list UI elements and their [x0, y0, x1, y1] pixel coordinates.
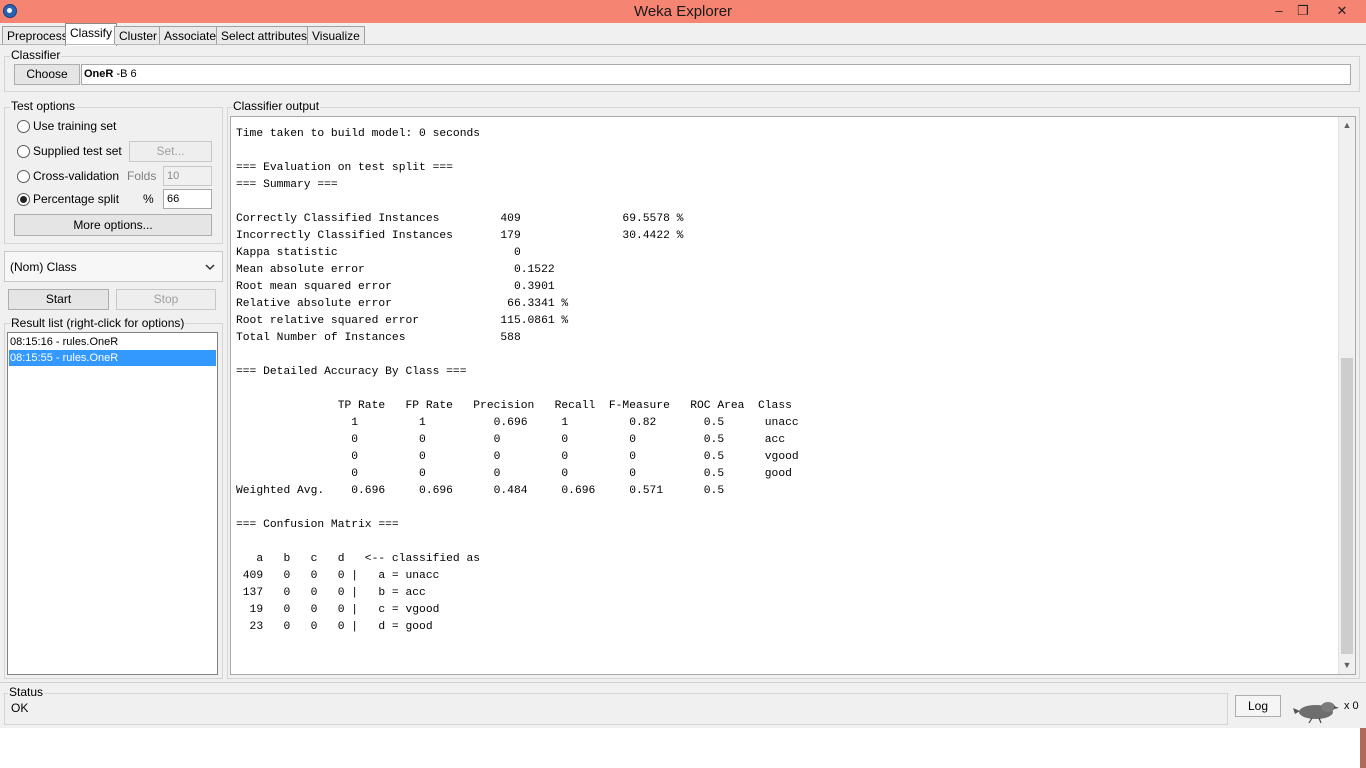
start-button[interactable]: Start	[8, 289, 109, 310]
percentage-split-input[interactable]: 66	[163, 189, 212, 209]
output-line: Incorrectly Classified Instances 179 30.…	[236, 230, 684, 242]
status-group-label: Status	[8, 685, 45, 699]
set-test-set-button[interactable]: Set...	[129, 141, 212, 162]
supplied-test-set-radio[interactable]	[17, 145, 30, 158]
output-line: 19 0 0 0 | c = vgood	[236, 604, 440, 616]
output-line: === Summary ===	[236, 179, 338, 191]
classifier-config-field[interactable]: OneR -B 6	[81, 64, 1351, 85]
window-title: Weka Explorer	[633, 3, 733, 20]
scroll-thumb[interactable]	[1341, 358, 1353, 654]
output-scrollbar[interactable]: ▲ ▼	[1338, 117, 1355, 674]
output-line: Relative absolute error 66.3341 %	[236, 298, 569, 310]
weka-bird-icon	[1293, 702, 1339, 724]
tab-select-attributes[interactable]: Select attributes	[216, 26, 313, 45]
class-attribute-select[interactable]: (Nom) Class	[4, 251, 223, 282]
output-line: === Evaluation on test split ===	[236, 162, 453, 174]
weka-app-icon[interactable]	[3, 4, 17, 18]
output-line: Total Number of Instances 588	[236, 332, 521, 344]
supplied-test-set-label[interactable]: Supplied test set	[33, 144, 122, 158]
output-line: Weighted Avg. 0.696 0.696 0.484 0.696 0.…	[236, 485, 725, 497]
use-training-set-radio[interactable]	[17, 120, 30, 133]
result-list-item-selected[interactable]: 08:15:55 - rules.OneR	[9, 350, 216, 366]
output-line: 23 0 0 0 | d = good	[236, 621, 433, 633]
output-line: Root relative squared error 115.0861 %	[236, 315, 569, 327]
use-training-set-label[interactable]: Use training set	[33, 119, 116, 133]
classifier-args: -B 6	[113, 68, 137, 80]
result-list-group-label: Result list (right-click for options)	[10, 316, 186, 330]
classifier-group-label: Classifier	[10, 48, 62, 62]
folds-label: Folds	[127, 169, 157, 183]
output-line: 409 0 0 0 | a = unacc	[236, 570, 440, 582]
cross-validation-label[interactable]: Cross-validation	[33, 169, 119, 183]
maximize-icon[interactable]: ❒	[1295, 2, 1311, 20]
output-line: TP Rate FP Rate Precision Recall F-Measu…	[236, 400, 792, 412]
cross-validation-radio[interactable]	[17, 170, 30, 183]
output-line: Correctly Classified Instances 409 69.55…	[236, 213, 684, 225]
log-button[interactable]: Log	[1235, 695, 1281, 717]
choose-button[interactable]: Choose	[14, 64, 80, 85]
test-options-group-label: Test options	[10, 99, 77, 113]
output-line: 0 0 0 0 0 0.5 acc	[236, 434, 786, 446]
result-list-item[interactable]: 08:15:16 - rules.OneR	[9, 334, 216, 350]
status-divider	[0, 682, 1366, 683]
output-line: 137 0 0 0 | b = acc	[236, 587, 426, 599]
title-bar[interactable]: Weka Explorer	[0, 0, 1366, 23]
output-line: Mean absolute error 0.1522	[236, 264, 555, 276]
stop-button[interactable]: Stop	[116, 289, 216, 310]
scroll-down-icon[interactable]: ▼	[1339, 657, 1355, 673]
output-line: Root mean squared error 0.3901	[236, 281, 555, 293]
percent-label: %	[143, 192, 154, 206]
minimize-icon[interactable]: –	[1271, 2, 1287, 20]
output-line: === Confusion Matrix ===	[236, 519, 399, 531]
classifier-output-text[interactable]: Time taken to build model: 0 seconds === …	[236, 126, 799, 636]
tab-visualize[interactable]: Visualize	[307, 26, 365, 45]
result-list[interactable]: 08:15:16 - rules.OneR 08:15:55 - rules.O…	[7, 332, 218, 675]
more-options-button[interactable]: More options...	[14, 214, 212, 236]
output-line: 0 0 0 0 0 0.5 vgood	[236, 451, 799, 463]
status-frame	[4, 693, 1228, 725]
output-line: === Detailed Accuracy By Class ===	[236, 366, 467, 378]
tab-cluster[interactable]: Cluster	[114, 26, 163, 45]
tab-preprocess[interactable]: Preprocess	[2, 26, 73, 45]
classifier-output-group-label: Classifier output	[232, 99, 321, 113]
classifier-output-textarea[interactable]: Time taken to build model: 0 seconds === …	[230, 116, 1356, 675]
status-text: OK	[11, 701, 29, 715]
output-line: 0 0 0 0 0 0.5 good	[236, 468, 792, 480]
tab-divider	[0, 44, 1366, 45]
output-line: a b c d <-- classified as	[236, 553, 481, 565]
class-attribute-value: (Nom) Class	[10, 260, 77, 274]
output-line: Time taken to build model: 0 seconds	[236, 128, 481, 140]
chevron-down-icon	[205, 264, 215, 271]
tab-classify[interactable]: Classify	[65, 23, 118, 46]
tab-associate[interactable]: Associate	[159, 26, 222, 45]
output-line: 1 1 0.696 1 0.82 0.5 unacc	[236, 417, 799, 429]
scroll-up-icon[interactable]: ▲	[1339, 117, 1355, 133]
edge-marker	[1360, 728, 1366, 768]
task-count: x 0	[1344, 700, 1359, 712]
folds-input[interactable]: 10	[163, 166, 212, 186]
output-line: Kappa statistic 0	[236, 247, 521, 259]
classifier-name: OneR	[84, 68, 114, 80]
percentage-split-label[interactable]: Percentage split	[33, 192, 119, 206]
percentage-split-radio[interactable]	[17, 193, 30, 206]
close-icon[interactable]: ✕	[1330, 2, 1354, 20]
